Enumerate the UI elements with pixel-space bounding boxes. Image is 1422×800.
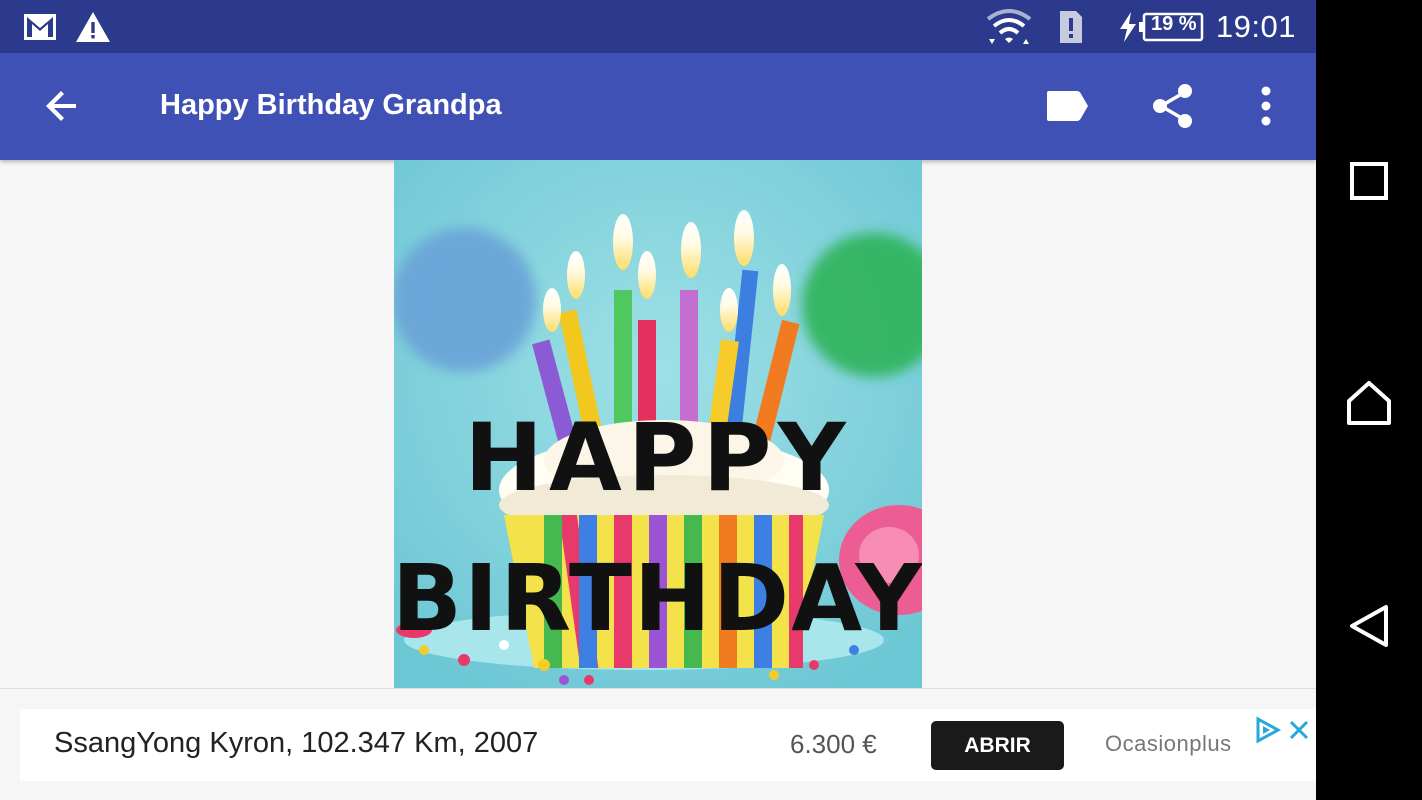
- ad-advertiser: Ocasionplus: [1105, 731, 1232, 756]
- more-vert-icon[interactable]: [1238, 78, 1294, 134]
- page-title: Happy Birthday Grandpa: [160, 89, 502, 121]
- close-icon[interactable]: [1284, 715, 1314, 745]
- ad-text: SsangYong Kyron, 102.347 Km, 2007: [54, 727, 539, 759]
- clock: 19:01: [1215, 9, 1296, 44]
- back-arrow-icon[interactable]: [34, 78, 90, 134]
- ad-open-button[interactable]: ABRIR: [931, 721, 1064, 770]
- ad-price: 6.300 €: [790, 729, 877, 759]
- app-bar: Happy Birthday Grandpa: [0, 53, 1316, 160]
- home-icon[interactable]: [1339, 373, 1399, 433]
- warning-icon: [74, 10, 112, 44]
- share-icon[interactable]: [1145, 78, 1201, 134]
- charging-icon: [1117, 10, 1139, 44]
- gmail-icon: [22, 10, 58, 44]
- wifi-icon: [986, 9, 1032, 44]
- card-text-happy: HAPPY: [464, 404, 851, 513]
- ad-banner: SsangYong Kyron, 102.347 Km, 2007 6.300 …: [0, 688, 1316, 800]
- system-nav-bar: [1316, 0, 1422, 800]
- ad-content[interactable]: SsangYong Kyron, 102.347 Km, 2007 6.300 …: [20, 709, 1316, 781]
- screen: 19 % 19:01 Happy Birthday Grandpa HAPPY …: [0, 0, 1316, 800]
- sim-alert-icon: [1057, 10, 1085, 44]
- ad-choices-icon[interactable]: [1252, 715, 1282, 745]
- label-icon[interactable]: [1039, 78, 1095, 134]
- status-bar: 19 % 19:01: [0, 0, 1316, 53]
- back-icon[interactable]: [1339, 596, 1399, 656]
- card-text-birthday: BIRTHDAY: [394, 545, 922, 652]
- battery-percent: 19 %: [1151, 13, 1197, 35]
- birthday-card-image: HAPPY BIRTHDAY: [394, 160, 922, 688]
- recents-icon[interactable]: [1339, 151, 1399, 211]
